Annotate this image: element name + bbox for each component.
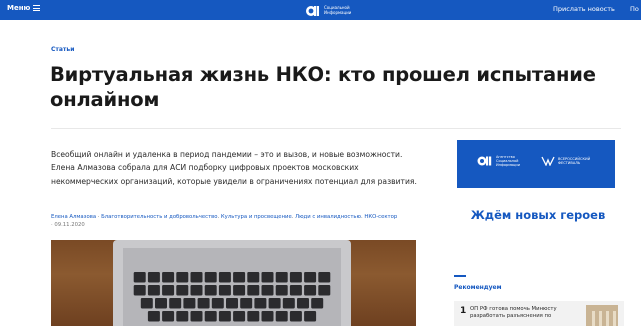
- keyboard-key: [147, 285, 160, 296]
- title-divider: [51, 128, 621, 129]
- keyboard-key: [190, 272, 203, 283]
- keyboard-key: [218, 272, 231, 283]
- keyboard-key: [297, 298, 309, 309]
- thumbnail-column: [606, 311, 609, 326]
- laptop-keyboard: [131, 270, 333, 326]
- festival-logo-icon: [541, 156, 555, 166]
- nav-item-cut[interactable]: По: [630, 5, 639, 13]
- promo-logo-festival: ВСЕРОССИЙСКИЙ ФЕСТИВАЛЬ: [541, 156, 590, 166]
- laptop-image: [113, 240, 351, 326]
- keyboard-key: [275, 272, 288, 283]
- keyboard-key: [261, 311, 274, 322]
- keyboard-key: [261, 285, 274, 296]
- promo-logo-asi: Агентство Социальной Информации: [477, 155, 520, 167]
- keyboard-key: [318, 272, 331, 283]
- keyboard-key: [289, 311, 302, 322]
- promo-logo-a-line: Информации: [496, 163, 520, 167]
- keyboard-key: [162, 285, 175, 296]
- keyboard-key: [218, 311, 231, 322]
- keyboard-key: [240, 298, 253, 309]
- recommend-heading: Рекомендуем: [454, 284, 502, 291]
- tag-link[interactable]: НКО-сектор: [364, 214, 397, 220]
- keyboard-key: [226, 298, 238, 309]
- promo-headline[interactable]: Ждём новых героев: [450, 207, 626, 223]
- keyboard-key: [162, 272, 175, 283]
- keyboard-key: [233, 272, 246, 283]
- keyboard-key: [190, 285, 203, 296]
- keyboard-key: [162, 311, 175, 322]
- article-meta: Елена Алмазова · Благотворительность и д…: [51, 213, 431, 229]
- keyboard-key: [204, 311, 217, 322]
- article-lead: Всеобщий онлайн и удаленка в период панд…: [51, 150, 417, 186]
- tag-link[interactable]: Благотворительность и добровольчество: [101, 214, 217, 220]
- keyboard-key: [176, 285, 189, 296]
- menu-button[interactable]: Меню: [7, 4, 41, 12]
- promo-logo-b-line: ФЕСТИВАЛЬ: [558, 161, 581, 165]
- keyboard-key: [140, 298, 153, 309]
- recommend-item-thumbnail[interactable]: [586, 305, 618, 326]
- promo-block[interactable]: Агентство Социальной Информации ВСЕРОССИ…: [450, 140, 626, 250]
- asi-logo-icon: [477, 156, 492, 166]
- thumbnail-column: [592, 311, 595, 326]
- keyboard-key: [147, 272, 160, 283]
- keyboard-key: [133, 272, 146, 283]
- keyboard-key: [304, 272, 317, 283]
- keyboard-key: [247, 311, 260, 322]
- menu-label: Меню: [7, 4, 31, 12]
- keyboard-key: [176, 272, 189, 283]
- logo-text: Социальной Информации: [324, 5, 351, 15]
- tag-link[interactable]: Люди с инвалидностью: [295, 214, 361, 220]
- keyboard-key: [289, 285, 302, 296]
- promo-banner[interactable]: Агентство Социальной Информации ВСЕРОССИ…: [457, 140, 615, 188]
- keyboard-key: [275, 311, 288, 322]
- thumbnail-column: [599, 311, 602, 326]
- article-hero-image: [51, 240, 416, 326]
- author-link[interactable]: Елена Алмазова: [51, 214, 96, 220]
- keyboard-key: [282, 298, 295, 309]
- thumbnail-column: [613, 311, 616, 326]
- keyboard-key: [318, 285, 331, 296]
- keyboard-key: [197, 298, 210, 309]
- logo-line-2: Информации: [324, 10, 352, 15]
- article-category-link[interactable]: Статьи: [51, 46, 74, 53]
- promo-logo-b-text: ВСЕРОССИЙСКИЙ ФЕСТИВАЛЬ: [558, 157, 590, 165]
- article-date: 09.11.2020: [54, 222, 85, 228]
- site-logo[interactable]: Социальной Информации: [306, 3, 351, 17]
- keyboard-key: [147, 311, 160, 322]
- keyboard-key: [289, 272, 302, 283]
- keyboard-key: [155, 298, 167, 309]
- keyboard-key: [311, 298, 324, 309]
- keyboard-key: [261, 272, 274, 283]
- keyboard-key: [304, 285, 317, 296]
- keyboard-key: [275, 285, 288, 296]
- keyboard-key: [247, 272, 260, 283]
- keyboard-key: [233, 311, 246, 322]
- keyboard-key: [190, 311, 203, 322]
- asi-logo-icon: [306, 3, 320, 17]
- recommend-item-number: 1: [460, 306, 467, 316]
- promo-logo-asi-text: Агентство Социальной Информации: [496, 155, 520, 167]
- keyboard-key: [211, 298, 224, 309]
- top-navbar: Меню Социальной Информации Прислать ново…: [0, 0, 641, 20]
- keyboard-key: [268, 298, 281, 309]
- recommend-item-text[interactable]: ОП РФ готова помочь Минюсту разработать …: [470, 306, 580, 320]
- keyboard-key: [183, 298, 196, 309]
- keyboard-key: [247, 285, 260, 296]
- keyboard-key: [218, 285, 231, 296]
- keyboard-key: [176, 311, 189, 322]
- tag-link[interactable]: Культура и просвещение: [221, 214, 292, 220]
- keyboard-key: [204, 285, 217, 296]
- submit-news-link[interactable]: Прислать новость: [553, 5, 615, 13]
- article-title: Виртуальная жизнь НКО: кто прошел испыта…: [50, 63, 596, 111]
- keyboard-key: [204, 272, 217, 283]
- keyboard-key: [304, 311, 317, 322]
- keyboard-key: [233, 285, 246, 296]
- recommend-accent-line: [454, 275, 466, 277]
- keyboard-key: [169, 298, 182, 309]
- keyboard-key: [254, 298, 267, 309]
- keyboard-key: [133, 285, 146, 296]
- menu-icon: [33, 5, 41, 11]
- recommend-item[interactable]: 1 ОП РФ готова помочь Минюсту разработат…: [454, 301, 624, 326]
